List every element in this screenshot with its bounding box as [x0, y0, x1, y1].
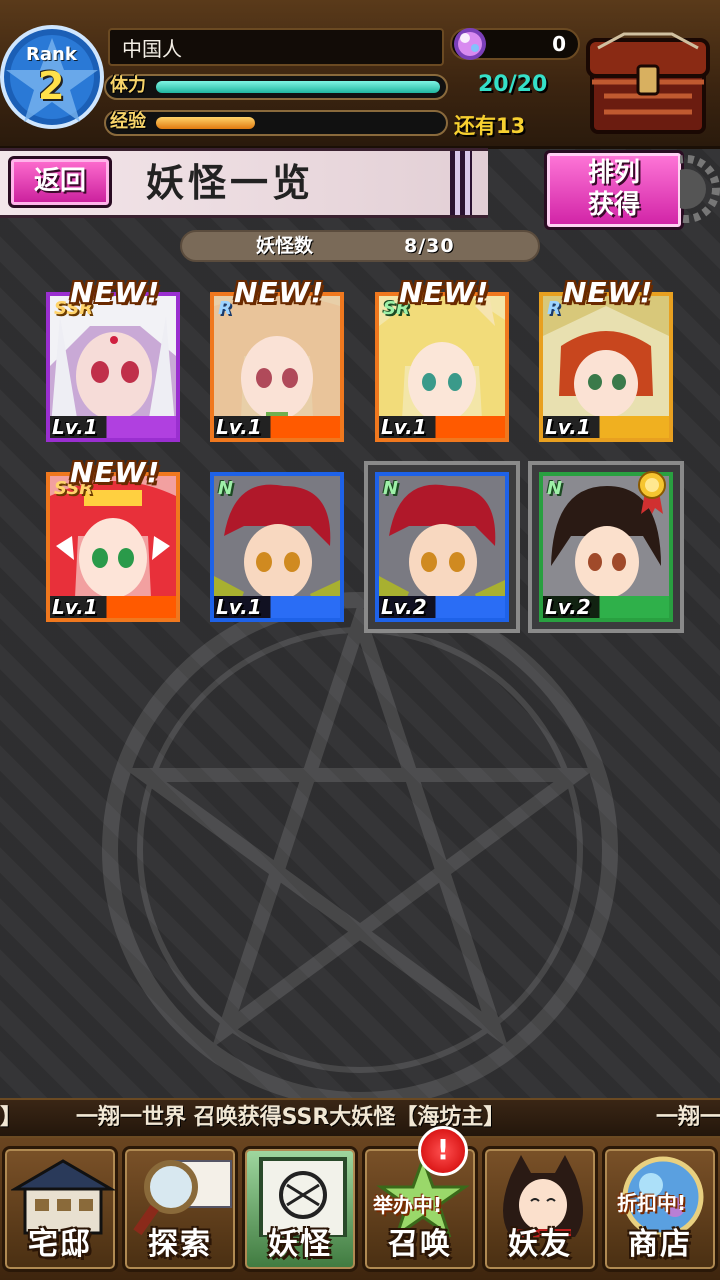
exp-remaining: 还有13 [454, 114, 526, 138]
spirit-orb-icon [454, 28, 486, 60]
sort-button[interactable]: 排列 获得 [544, 150, 684, 230]
level-label: Lv.1 [545, 415, 591, 439]
rank-label: Rank [26, 44, 77, 65]
level-label: Lv.2 [381, 595, 427, 619]
exp-label: 经验 [110, 111, 146, 132]
player-name: 中国人 [108, 28, 444, 66]
treasure-chest-icon[interactable] [584, 26, 712, 138]
new-badge: NEW! [399, 276, 490, 309]
stamina-bar: 体力 [104, 74, 448, 102]
rarity-tag: R [547, 298, 561, 319]
ticker-fragment-left: 】 [0, 1105, 23, 1130]
yokai-count-label: 妖怪数 [256, 235, 314, 257]
yokai-card[interactable]: Lv.2 N [375, 472, 509, 622]
yokai-count-value: 8/30 [404, 235, 455, 257]
level-label: Lv.1 [52, 595, 98, 619]
stamina-label: 体力 [110, 75, 146, 96]
nav-friends-label: 妖友 [508, 1227, 572, 1262]
rank-value: 2 [38, 64, 65, 108]
new-badge: NEW! [563, 276, 654, 309]
nav-shop-button[interactable]: 折扣中! 商店 [602, 1146, 718, 1272]
yokai-card[interactable]: Lv.1 SR NEW! [375, 276, 509, 442]
page-title: 妖怪一览 [146, 160, 315, 205]
new-badge: NEW! [234, 276, 325, 309]
nav-mansion-label: 宅邸 [28, 1227, 92, 1262]
announcement-ticker: 】 一翔一世界 召唤获得SSR大妖怪【海坊主】 一翔一 [0, 1098, 720, 1138]
nav-yokai-label: 妖怪 [268, 1227, 332, 1262]
gem-counter[interactable]: 0 [450, 28, 580, 60]
yokai-card[interactable]: Lv.1 SSR NEW! [46, 276, 180, 442]
gold-medal-icon [638, 471, 666, 514]
rarity-tag: R [218, 298, 232, 319]
nav-explore-label: 探索 [148, 1227, 212, 1262]
summon-alert-badge: ! [418, 1126, 468, 1176]
new-badge: NEW! [70, 456, 161, 489]
pentagram-emblem-background [102, 592, 618, 1108]
yokai-card[interactable]: Lv.2 N [539, 471, 673, 622]
nav-mansion-button[interactable]: 宅邸 [2, 1146, 118, 1272]
ticker-fragment-right: 一翔一 [656, 1105, 720, 1130]
gear-icon [680, 155, 720, 223]
level-label: Lv.2 [545, 595, 591, 619]
sort-button-label: 排列 [587, 158, 640, 188]
nav-explore-button[interactable]: 探索 [122, 1146, 238, 1272]
summon-promo-tag: 举办中! [373, 1193, 443, 1217]
level-label: Lv.1 [381, 415, 427, 439]
yokai-card[interactable]: Lv.1 SSR NEW! [46, 456, 180, 622]
bottom-navigation: 宅邸 探索 妖怪 举办中! 召唤 妖友 折扣中! 商店 [0, 1138, 720, 1280]
exp-bar: 经验 [104, 110, 448, 138]
level-label: Lv.1 [216, 595, 262, 619]
shop-promo-tag: 折扣中! [617, 1191, 687, 1215]
rarity-tag: N [547, 478, 563, 499]
level-label: Lv.1 [52, 415, 98, 439]
nav-summon-label: 召唤 [388, 1227, 452, 1262]
player-status-hud: Rank 2 中国人 0 体力 20/20 经验 还有13 [0, 0, 720, 149]
sort-mode-label: 获得 [587, 190, 640, 220]
banner-stripe-decoration [450, 151, 472, 215]
stamina-value: 20/20 [478, 72, 548, 97]
yokai-card[interactable]: Lv.1 R NEW! [210, 276, 344, 442]
yokai-card[interactable]: Lv.1 R NEW! [539, 276, 673, 442]
back-button[interactable]: 返回 [8, 156, 112, 208]
nav-yokai-button[interactable]: 妖怪 [242, 1146, 358, 1272]
nav-friends-button[interactable]: 妖友 [482, 1146, 598, 1272]
rarity-tag: N [383, 478, 399, 499]
yokai-count-bar: 妖怪数 8/30 [180, 230, 540, 262]
nav-shop-label: 商店 [628, 1227, 692, 1262]
rarity-tag: N [218, 478, 234, 499]
level-label: Lv.1 [216, 415, 262, 439]
new-badge: NEW! [70, 276, 161, 309]
gem-count: 0 [552, 32, 566, 56]
yokai-card[interactable]: Lv.1 N [210, 472, 344, 622]
